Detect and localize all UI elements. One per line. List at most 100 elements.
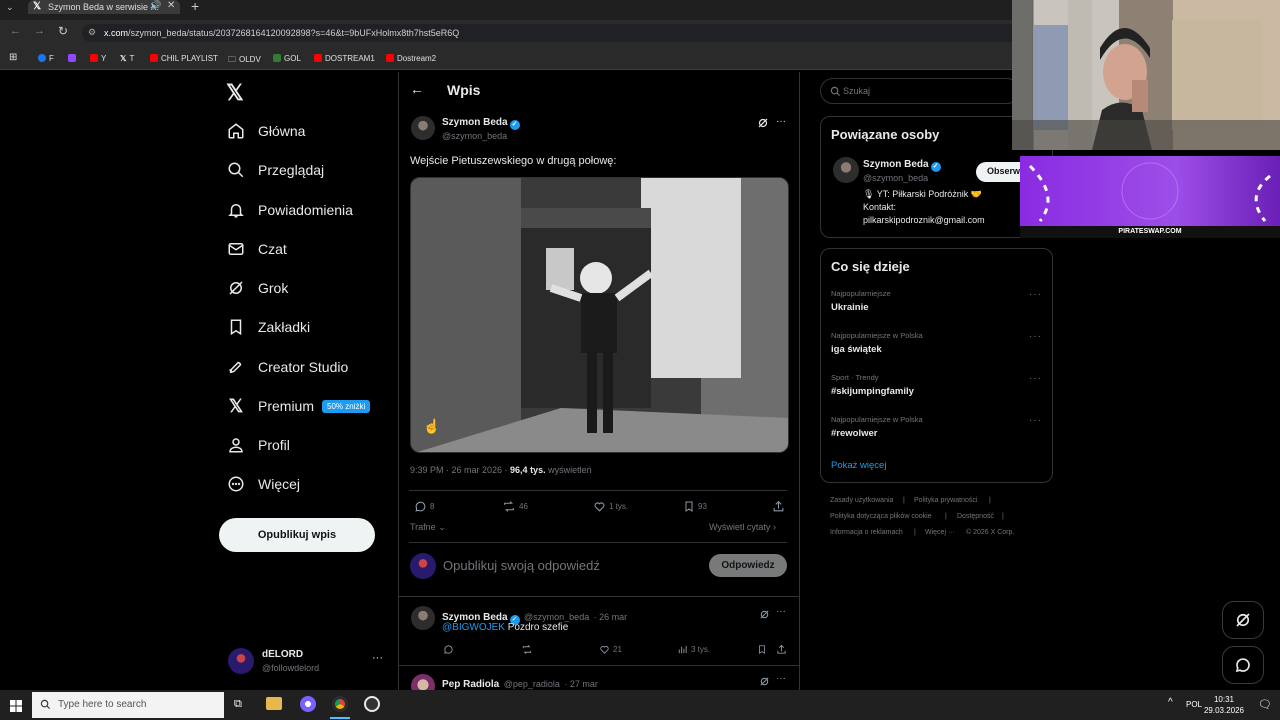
account-name: dELORD (262, 649, 304, 660)
tab-list-chevron-icon[interactable]: ⌄ (6, 2, 14, 13)
reply-input[interactable]: Opublikuj swoją odpowiedź (443, 558, 693, 573)
footer-link[interactable]: Polityka prywatności (914, 497, 977, 504)
repost-button[interactable]: 46 (502, 500, 528, 513)
bookmark-dostream2[interactable]: Dostream2 (386, 54, 436, 63)
trend-item[interactable]: Najpopularniejsze w Polska #rewolwer ··· (821, 411, 1052, 447)
url-input[interactable]: ⚙ x.com/szymon_beda/status/2037268164120… (82, 24, 1022, 42)
start-button[interactable] (10, 699, 22, 712)
account-avatar (228, 648, 254, 674)
bookmark-twitch[interactable] (68, 54, 79, 63)
trend-item[interactable]: Najpopularniejsze Ukrainie ··· (821, 285, 1052, 321)
publish-post-button[interactable]: Opublikuj wpis (219, 518, 375, 552)
chat-float-button[interactable] (1222, 646, 1264, 684)
back-icon[interactable]: ← (10, 25, 21, 37)
reply-submit-button[interactable]: Odpowiedz (709, 554, 787, 577)
trend-more-icon[interactable]: ··· (1029, 289, 1042, 300)
rocket-icon (226, 357, 246, 377)
system-clock[interactable]: 10:31 29.03.2026 (1204, 694, 1244, 716)
grok-explain-icon[interactable] (757, 116, 769, 134)
footer-separator: | (1002, 513, 1004, 520)
post-video[interactable]: ☝ (410, 177, 789, 453)
footer-link[interactable]: Polityka dotycząca plików cookie (830, 513, 932, 520)
bookmark-facebook[interactable]: F (38, 54, 54, 63)
nav-explore[interactable]: Przeglądaj (226, 158, 324, 182)
bookmark-chil-playlist[interactable]: CHIL PLAYLIST (150, 54, 218, 63)
app-icon[interactable] (300, 696, 316, 712)
bookmark-dostream1[interactable]: DOSTREAM1 (314, 54, 375, 63)
tab-close-icon[interactable]: ✕ (167, 0, 175, 11)
show-more-link[interactable]: Pokaż więcej (831, 460, 886, 471)
footer-link[interactable]: Więcej ··· (925, 529, 955, 536)
account-menu-icon[interactable]: ··· (372, 652, 383, 664)
x-logo-icon[interactable]: 𝕏 (226, 80, 244, 106)
view-quotes-link[interactable]: Wyświetl cytaty › (709, 522, 776, 532)
reply-reply-button[interactable] (443, 644, 457, 655)
author-name-row[interactable]: Szymon Beda ✓ (442, 117, 520, 130)
footer-link[interactable]: Zasady użytkowania (830, 497, 893, 504)
like-button[interactable]: 1 tys. (593, 500, 628, 513)
trend-more-icon[interactable]: ··· (1029, 373, 1042, 384)
trend-more-icon[interactable]: ··· (1029, 415, 1042, 426)
notifications-icon[interactable]: 🗨 (1258, 698, 1272, 711)
nav-more[interactable]: Więcej (226, 472, 300, 496)
reply-bookmark-button[interactable] (757, 644, 770, 655)
account-switcher[interactable]: dELORD @followdelord ··· (228, 646, 384, 678)
post-more-icon[interactable]: ··· (776, 116, 786, 127)
bookmark-button[interactable]: 93 (683, 500, 707, 513)
bookmark-youtube[interactable]: Y (90, 54, 106, 63)
language-indicator[interactable]: POL (1186, 700, 1202, 709)
reply-author-handle[interactable]: @pep_radiola (504, 679, 560, 689)
footer-link[interactable]: Informacja o reklamach (830, 529, 903, 536)
apps-grid-icon[interactable]: ⊞ (9, 52, 17, 63)
grok-float-button[interactable] (1222, 601, 1264, 639)
search-input[interactable]: Szukaj (820, 78, 1020, 104)
app-icon[interactable] (364, 696, 380, 712)
sponsor-banner (1020, 156, 1280, 226)
nav-profile[interactable]: Profil (226, 433, 290, 457)
reply-more-icon[interactable]: ··· (776, 606, 786, 617)
footer-link[interactable]: Dostępność (957, 513, 994, 520)
trend-item[interactable]: Sport · Trendy #skijumpingfamily ··· (821, 369, 1052, 405)
tray-chevron-icon[interactable]: ^ (1168, 697, 1173, 708)
reply-repost-button[interactable] (521, 644, 536, 655)
new-tab-button[interactable]: + (191, 0, 199, 14)
taskbar-search-input[interactable]: Type here to search (32, 692, 224, 718)
reply-button[interactable]: 8 (414, 500, 434, 513)
related-avatar[interactable] (833, 157, 859, 183)
back-arrow-icon[interactable]: ← (410, 81, 424, 97)
nav-home[interactable]: Główna (226, 119, 305, 143)
related-name-row[interactable]: Szymon Beda ✓ (863, 159, 941, 172)
tab-audio-icon[interactable]: 🔊 (150, 0, 161, 11)
post-column: ← Wpis Szymon Beda ✓ @szymon_beda ··· Wej… (398, 72, 800, 692)
reply-avatar[interactable] (411, 606, 435, 630)
reply-share-button[interactable] (776, 644, 790, 655)
trend-more-icon[interactable]: ··· (1029, 331, 1042, 342)
trend-item[interactable]: Najpopularniejsze w Polska iga świątek ·… (821, 327, 1052, 363)
nav-premium[interactable]: 𝕏 Premium 50% zniżki (226, 394, 371, 418)
reply-author-handle[interactable]: @szymon_beda (524, 612, 589, 622)
reply-like-button[interactable]: 21 (599, 644, 622, 655)
task-view-icon[interactable]: ⧉ (234, 698, 242, 711)
reply-author-name[interactable]: Pep Radiola (442, 679, 499, 690)
nav-chat[interactable]: Czat (226, 237, 287, 261)
bookmark-x[interactable]: 𝕏T (120, 54, 134, 63)
chrome-icon[interactable] (332, 696, 348, 712)
nav-notifications[interactable]: Powiadomienia (226, 198, 353, 222)
divider (409, 490, 787, 491)
sort-replies-dropdown[interactable]: Trafne ⌄ (410, 522, 446, 533)
reply-more-icon[interactable]: ··· (776, 673, 786, 684)
file-explorer-icon[interactable] (266, 697, 282, 710)
mention-link[interactable]: @BIGWOJEK (442, 622, 505, 633)
nav-bookmarks[interactable]: Zakładki (226, 315, 310, 339)
bookmark-folder-oldv[interactable]: 🗀 OLDV (228, 54, 261, 68)
bookmark-gol[interactable]: GOL (273, 54, 301, 63)
site-info-icon[interactable]: ⚙ (88, 27, 96, 38)
grok-explain-icon[interactable] (759, 607, 770, 625)
nav-grok[interactable]: Grok (226, 276, 288, 300)
forward-icon[interactable]: → (34, 25, 45, 37)
share-button[interactable] (772, 500, 788, 513)
reload-icon[interactable]: ↻ (58, 24, 68, 38)
nav-creator-studio[interactable]: Creator Studio (226, 355, 348, 379)
reply-views-button[interactable]: 3 tys. (677, 644, 710, 655)
author-avatar[interactable] (411, 116, 435, 140)
